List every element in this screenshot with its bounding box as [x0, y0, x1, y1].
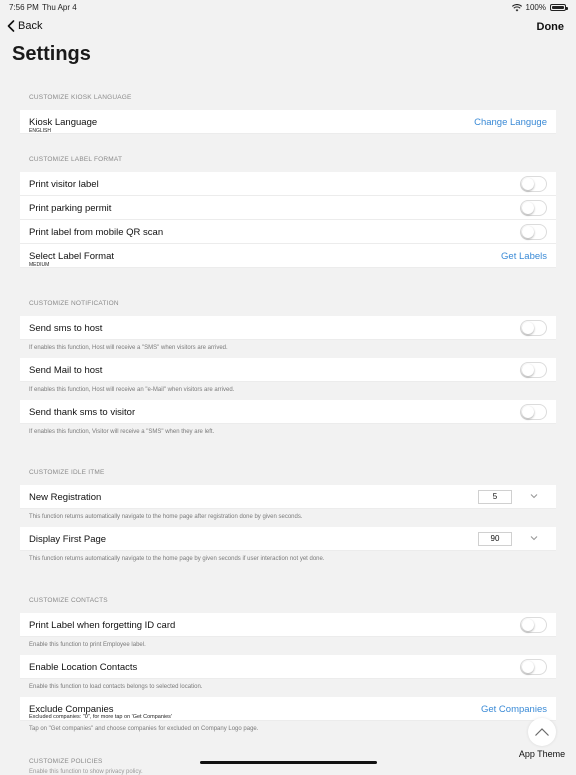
page-title: Settings	[12, 43, 91, 65]
status-right: 100%	[511, 3, 568, 12]
wifi-icon	[511, 3, 522, 11]
get-companies-button[interactable]: Get Companies	[481, 704, 547, 715]
send-thank-sms-row: Send thank sms to visitor	[20, 400, 556, 424]
select-label-format-value: MEDIUM	[29, 262, 50, 268]
location-contacts-toggle[interactable]	[520, 659, 547, 675]
send-mail-host-label: Send Mail to host	[29, 365, 103, 376]
print-visitor-label-label: Print visitor label	[29, 179, 99, 190]
kiosk-language-row: Kiosk Language ENGLISH Change Languge	[20, 110, 556, 134]
toggle-knob	[522, 202, 534, 214]
section-header-notification: CUSTOMIZE NOTIFICATION	[29, 300, 119, 307]
section-header-contacts: CUSTOMIZE CONTACTS	[29, 597, 108, 604]
location-contacts-description: Enable this function to load contacts be…	[29, 684, 203, 690]
print-visitor-label-toggle[interactable]	[520, 176, 547, 192]
display-first-page-description: This function returns automatically navi…	[29, 556, 325, 562]
exclude-companies-description: Tap on "Get companies" and choose compan…	[29, 726, 259, 732]
kiosk-language-value: ENGLISH	[29, 128, 51, 134]
get-labels-button[interactable]: Get Labels	[501, 251, 547, 262]
send-sms-host-description: If enables this function, Host will rece…	[29, 345, 228, 351]
kiosk-language-label: Kiosk Language	[29, 117, 98, 128]
new-registration-label: New Registration	[29, 492, 102, 503]
policies-description: Enable this function to show privacy pol…	[29, 769, 143, 775]
display-first-page-label: Display First Page	[29, 534, 107, 545]
status-date: Thu Apr 4	[42, 3, 77, 12]
done-button[interactable]: Done	[537, 21, 565, 33]
section-header-idle: CUSTOMIZE IDLE ITME	[29, 469, 105, 476]
section-header-label-format: CUSTOMIZE LABEL FORMAT	[29, 156, 123, 163]
toggle-knob	[522, 661, 534, 673]
select-label-format-row: Select Label Format MEDIUM Get Labels	[20, 244, 556, 268]
print-label-id-toggle[interactable]	[520, 617, 547, 633]
print-label-id-label: Print Label when forgetting ID card	[29, 620, 176, 631]
battery-icon	[550, 4, 568, 11]
section-header-language: CUSTOMIZE KIOSK LANGUAGE	[29, 94, 132, 101]
send-thank-sms-toggle[interactable]	[520, 404, 547, 420]
print-label-id-description: Enable this function to print Employee l…	[29, 642, 146, 648]
chevron-down-icon[interactable]	[529, 534, 539, 542]
location-contacts-label: Enable Location Contacts	[29, 662, 138, 673]
app-theme-button[interactable]: App Theme	[517, 718, 567, 759]
settings-content: CUSTOMIZE KIOSK LANGUAGE Kiosk Language …	[0, 86, 576, 775]
print-visitor-label-row: Print visitor label	[20, 172, 556, 196]
send-sms-host-label: Send sms to host	[29, 323, 103, 334]
change-language-button[interactable]: Change Languge	[474, 117, 547, 128]
new-registration-description: This function returns automatically navi…	[29, 514, 303, 520]
print-parking-permit-toggle[interactable]	[520, 200, 547, 216]
send-sms-host-toggle[interactable]	[520, 320, 547, 336]
status-bar: 7:56 PM Thu Apr 4 100%	[0, 0, 576, 14]
print-parking-permit-row: Print parking permit	[20, 196, 556, 220]
print-from-qr-row: Print label from mobile QR scan	[20, 220, 556, 244]
battery-percent: 100%	[525, 3, 546, 12]
display-first-page-seconds-field[interactable]: 90	[478, 532, 512, 546]
toggle-knob	[522, 226, 534, 238]
back-button[interactable]: Back	[7, 20, 42, 32]
home-indicator	[200, 761, 377, 764]
section-header-policies: CUSTOMIZE POLICIES	[29, 758, 103, 765]
exclude-companies-summary: Excluded companies: "0", for more tap on…	[29, 714, 172, 720]
print-from-qr-label: Print label from mobile QR scan	[29, 227, 164, 238]
send-mail-host-row: Send Mail to host	[20, 358, 556, 382]
toggle-knob	[522, 364, 534, 376]
send-mail-host-toggle[interactable]	[520, 362, 547, 378]
print-parking-permit-label: Print parking permit	[29, 203, 112, 214]
status-time: 7:56 PM	[9, 3, 39, 12]
app-theme-circle	[528, 718, 556, 746]
toggle-knob	[522, 406, 534, 418]
display-first-page-row: Display First Page 90	[20, 527, 556, 551]
print-label-id-row: Print Label when forgetting ID card	[20, 613, 556, 637]
send-thank-sms-description: If enables this function, Visitor will r…	[29, 429, 215, 435]
send-mail-host-description: If enables this function, Host will rece…	[29, 387, 235, 393]
chevron-down-icon[interactable]	[529, 492, 539, 500]
exclude-companies-row: Exclude Companies Excluded companies: "0…	[20, 697, 556, 721]
print-from-qr-toggle[interactable]	[520, 224, 547, 240]
toggle-knob	[522, 619, 534, 631]
app-theme-label: App Theme	[518, 749, 566, 759]
toggle-knob	[522, 178, 534, 190]
back-label: Back	[18, 20, 43, 32]
chevron-left-icon	[7, 20, 15, 32]
new-registration-row: New Registration 5	[20, 485, 556, 509]
location-contacts-row: Enable Location Contacts	[20, 655, 556, 679]
chevron-up-icon	[535, 728, 549, 736]
toggle-knob	[522, 322, 534, 334]
send-thank-sms-label: Send thank sms to visitor	[29, 407, 136, 418]
send-sms-host-row: Send sms to host	[20, 316, 556, 340]
select-label-format-label: Select Label Format	[29, 251, 115, 262]
new-registration-seconds-field[interactable]: 5	[478, 490, 512, 504]
